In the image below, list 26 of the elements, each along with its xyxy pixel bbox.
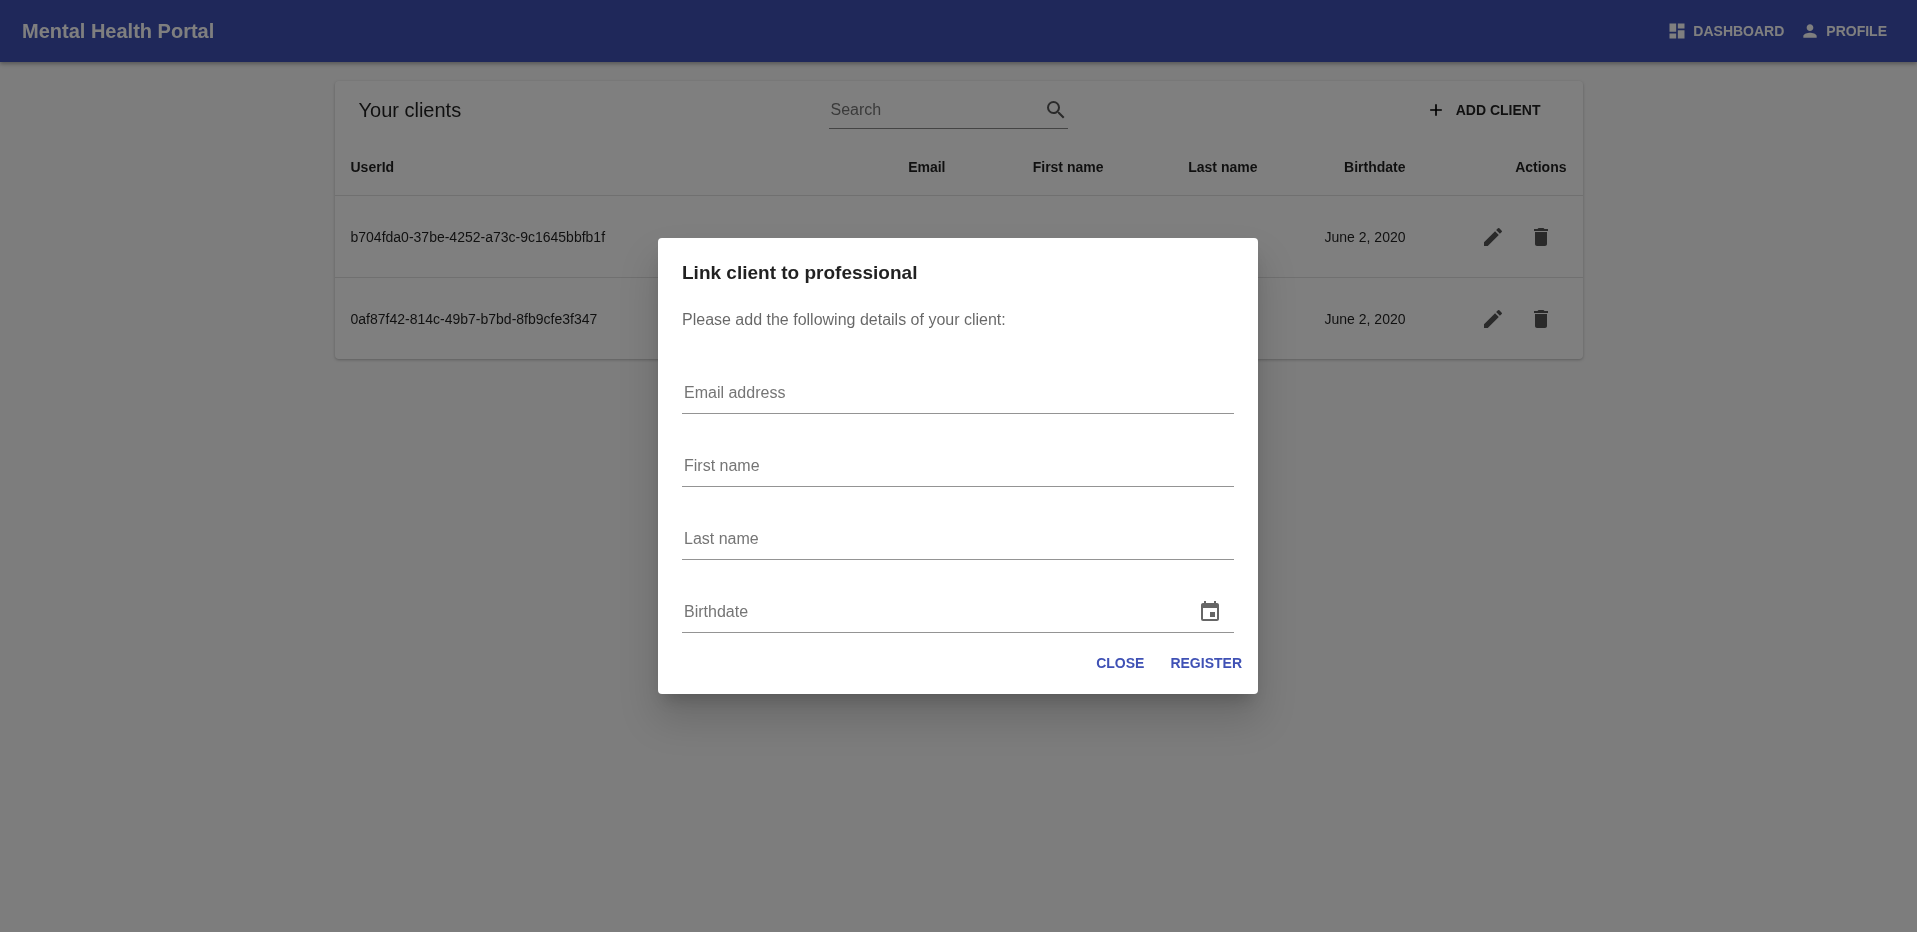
dashboard-icon [1667, 21, 1688, 41]
column-header: First name [1032, 159, 1104, 175]
table-cell: b704fda0-37be-4252-a73c-9c1645bbfb1f [350, 228, 606, 245]
card-title: Your clients [358, 98, 463, 122]
nav-button[interactable]: DASHBOARD [1659, 15, 1793, 47]
dialog-button[interactable]: REGISTER [1162, 647, 1250, 679]
input-field[interactable]: Birthdate [682, 601, 1198, 622]
calendar-icon [1198, 599, 1222, 624]
nav-button[interactable]: PROFILE [1792, 15, 1895, 47]
column-header: UserId [350, 159, 395, 175]
input-field[interactable]: First name [682, 455, 1234, 476]
dialog-title: Link client to professional [682, 262, 919, 284]
table-cell: June 2, 2020 [1324, 228, 1406, 245]
dialog-button[interactable]: CLOSE [1088, 647, 1153, 679]
search-field[interactable]: Search [828, 99, 1044, 120]
table-cell: 0af87f42-814c-49b7-b7bd-8fb9cfe3f347 [350, 310, 598, 327]
app-title: Mental Health Portal [22, 19, 216, 43]
input-field[interactable]: Last name [682, 528, 1234, 549]
column-header: Email [908, 159, 946, 175]
column-header: Birthdate [1344, 159, 1406, 175]
table-cell: June 2, 2020 [1324, 310, 1406, 327]
column-header: Last name [1188, 159, 1258, 175]
add-client-button[interactable]: ADD CLIENT [1415, 92, 1551, 128]
dialog-text: Please add the following details of your client: [682, 311, 1007, 329]
column-header: Actions [1515, 159, 1567, 175]
input-field[interactable]: Email address [682, 382, 1234, 403]
